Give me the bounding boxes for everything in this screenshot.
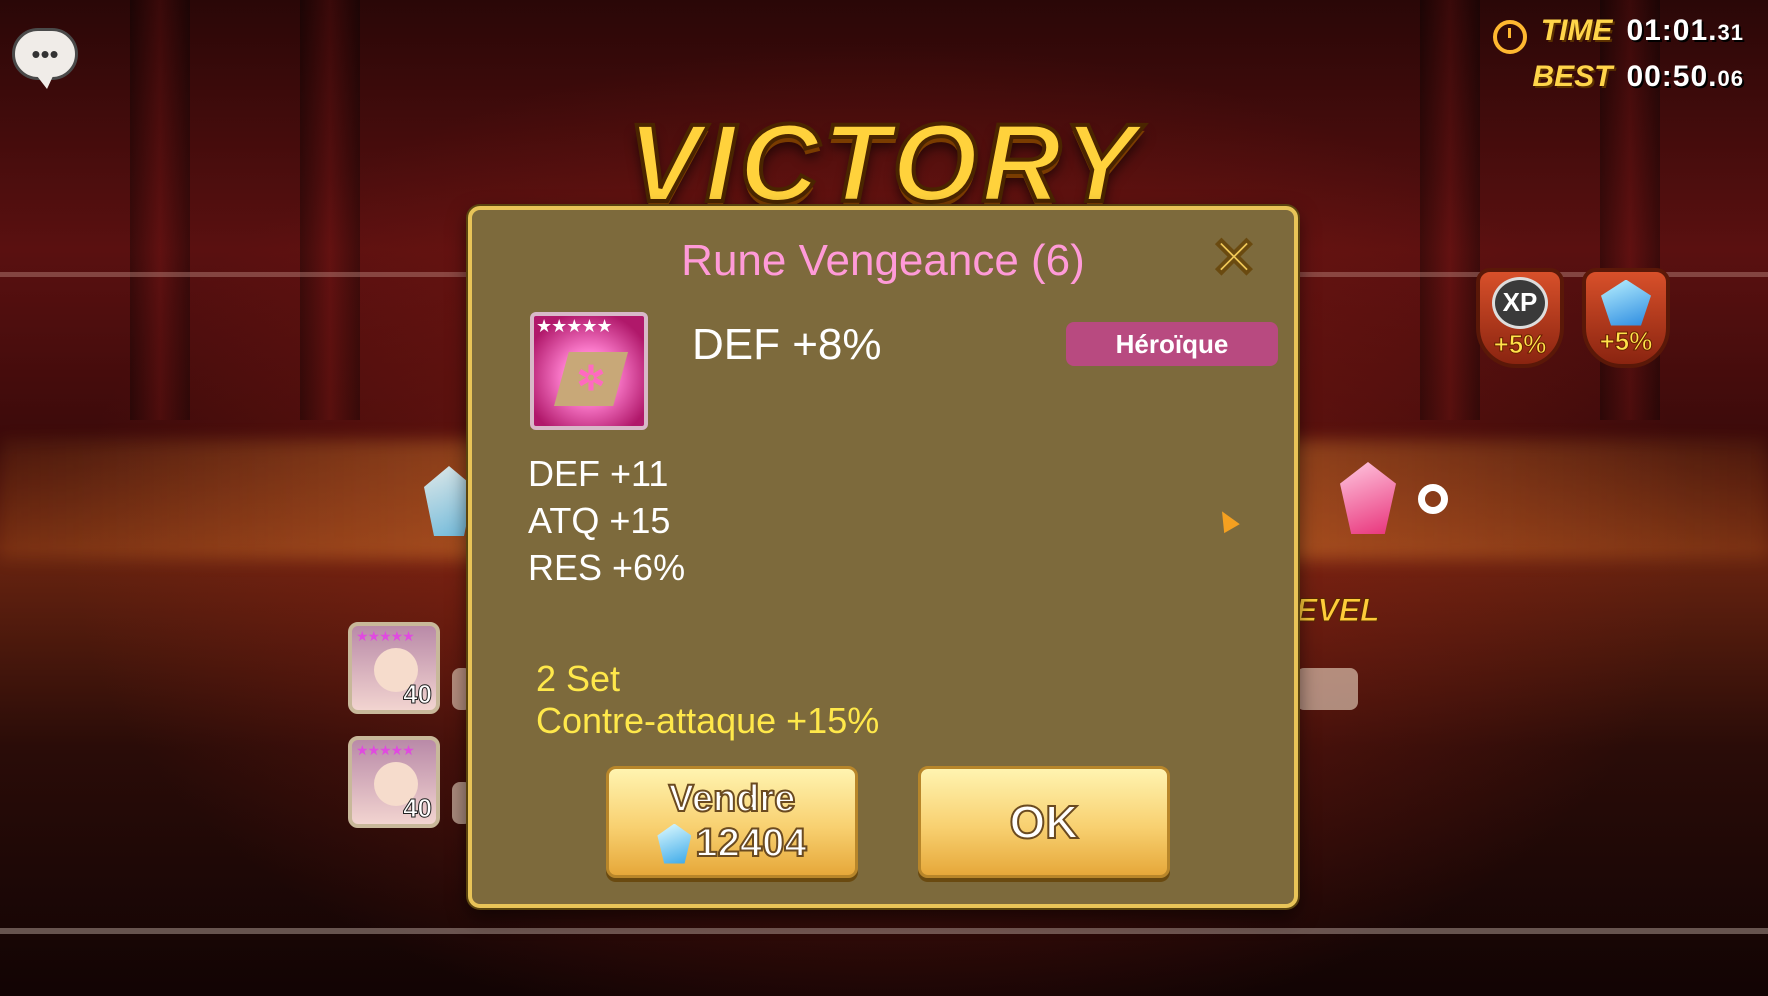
substat: RES +6% xyxy=(528,547,686,588)
best-label: BEST xyxy=(1532,60,1613,93)
best-value: 00:50.06 xyxy=(1626,60,1744,93)
ok-label: OK xyxy=(1009,795,1080,849)
chat-button[interactable]: ••• xyxy=(12,28,78,89)
rune-substats: DEF +11 ATQ +15 RES +6% xyxy=(528,450,685,591)
level-label: EVEL xyxy=(1296,592,1381,629)
time-label: TIME xyxy=(1540,14,1613,47)
crystal-bonus-value: +5% xyxy=(1599,325,1653,356)
xp-icon: XP xyxy=(1492,276,1548,329)
rune-set-bonus: 2 Set Contre-attaque +15% xyxy=(536,658,879,742)
time-row: TIME 01:01.31 xyxy=(1492,14,1744,60)
crystal-bonus-badge: +5% xyxy=(1582,268,1670,368)
xp-bonus-value: +5% xyxy=(1493,328,1547,359)
hero-level: 40 xyxy=(403,679,433,710)
hero-portrait: ★★★★★ 40 xyxy=(348,622,440,714)
set-effect: Contre-attaque +15% xyxy=(536,700,880,741)
crystal-icon xyxy=(1601,279,1651,326)
rune-stars: ★★★★★ xyxy=(536,316,613,336)
rune-reward-dialog: Rune Vengeance (6) ✕ ★★★★★ ✲ DEF +8% Hér… xyxy=(468,206,1298,908)
crystal-icon xyxy=(657,823,692,864)
time-value: 01:01.31 xyxy=(1626,14,1744,47)
rune-symbol-icon: ✲ xyxy=(554,352,628,406)
close-button[interactable]: ✕ xyxy=(1210,229,1259,287)
sell-button[interactable]: Vendre 12404 xyxy=(606,766,858,878)
set-count: 2 Set xyxy=(536,658,621,699)
level-bar xyxy=(1296,668,1358,710)
ring-icon xyxy=(1418,484,1448,514)
sell-price-value: 12404 xyxy=(694,820,807,866)
rarity-badge: Héroïque xyxy=(1066,322,1278,366)
chat-bubble-icon: ••• xyxy=(31,39,59,69)
arena-floor-rail xyxy=(0,928,1768,934)
rune-main-stat: DEF +8% xyxy=(692,320,882,369)
hero-portrait: ★★★★★ 40 xyxy=(348,736,440,828)
substat: ATQ +15 xyxy=(528,500,671,541)
sell-price: 12404 xyxy=(657,820,808,866)
xp-bonus-badge: XP +5% xyxy=(1476,268,1564,368)
alarm-clock-icon xyxy=(1492,20,1527,54)
hero-level: 40 xyxy=(403,793,433,824)
battle-timer: TIME 01:01.31 BEST 00:50.06 xyxy=(1492,14,1744,106)
ok-button[interactable]: OK xyxy=(918,766,1170,878)
substat: DEF +11 xyxy=(528,453,669,494)
rune-title: Rune Vengeance (6) xyxy=(681,236,1085,285)
sell-label: Vendre xyxy=(668,777,797,821)
rune-icon: ★★★★★ ✲ xyxy=(530,312,648,430)
hero-stars: ★★★★★ xyxy=(356,628,415,644)
hero-stars: ★★★★★ xyxy=(356,742,415,758)
close-icon: ✕ xyxy=(1210,226,1259,289)
